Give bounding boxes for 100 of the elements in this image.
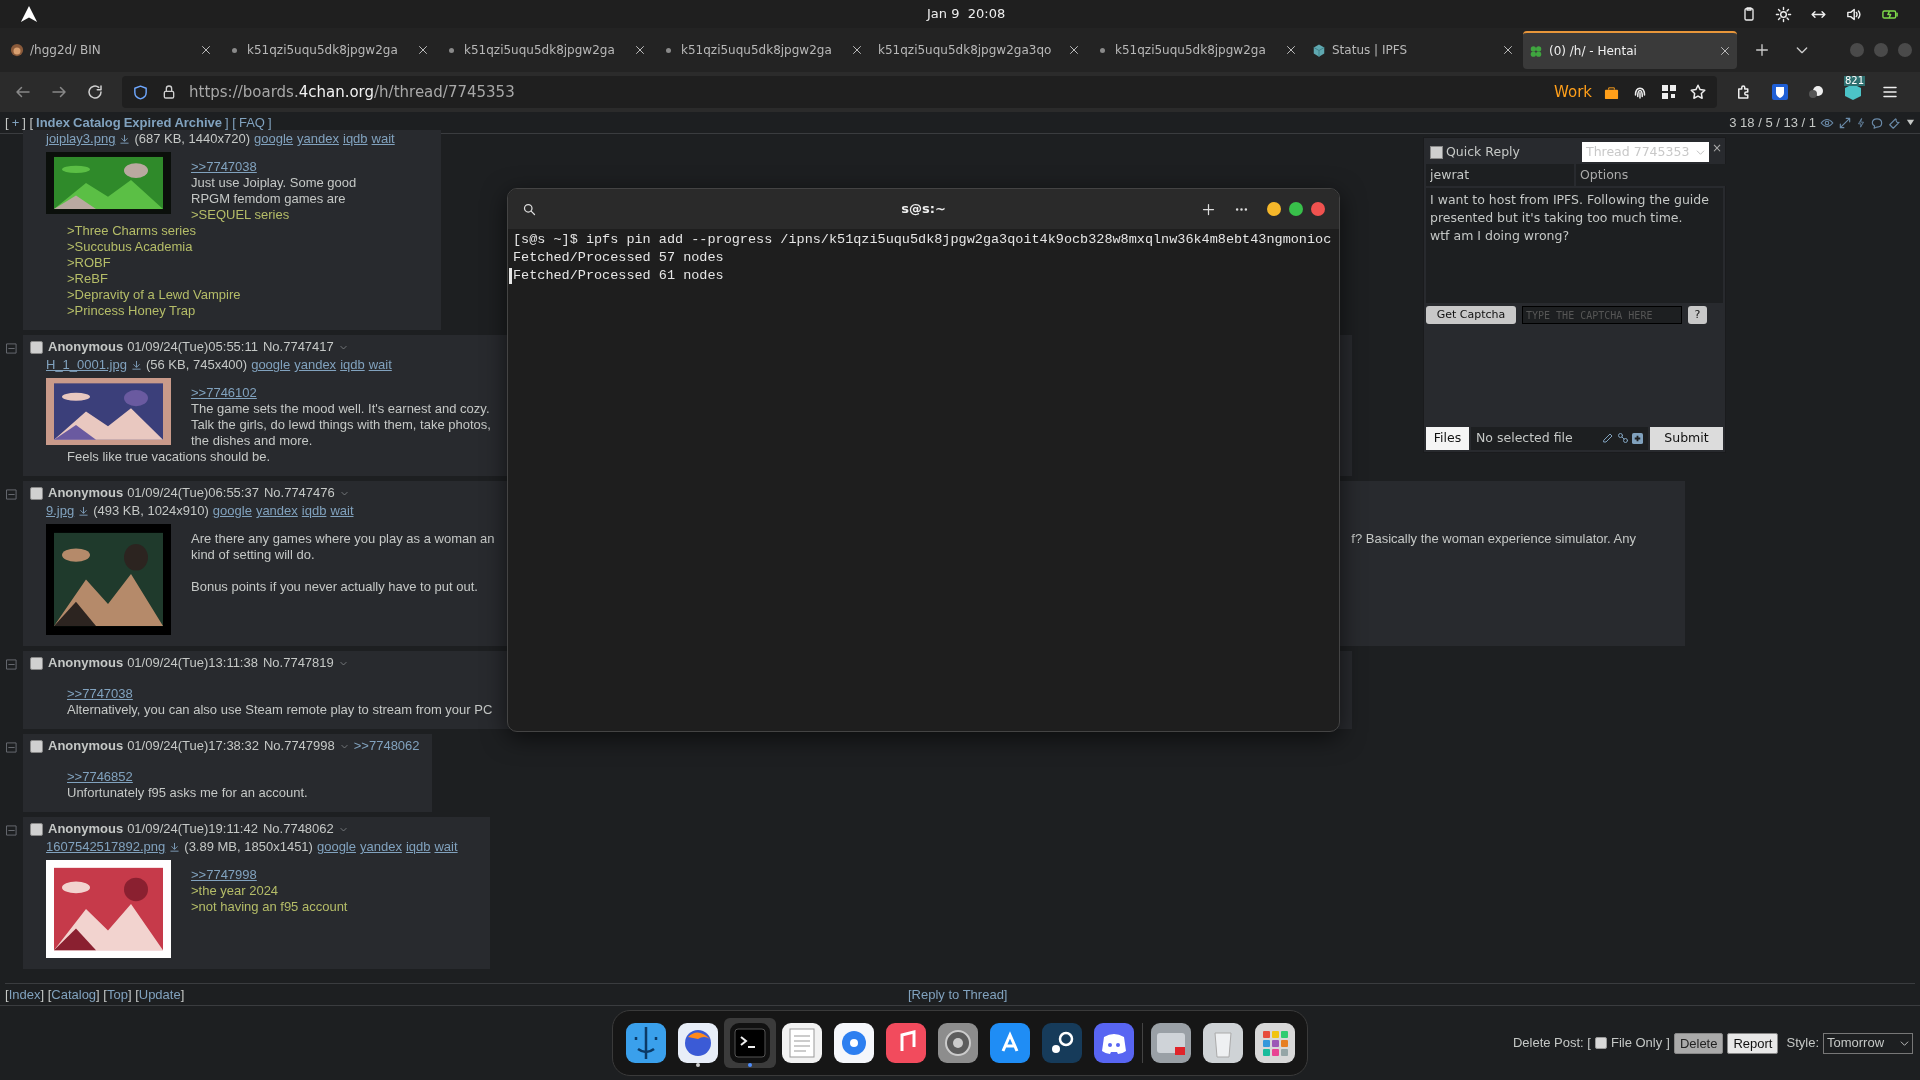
- plus-icon[interactable]: [1754, 42, 1770, 58]
- close-icon[interactable]: [634, 44, 646, 56]
- search-link[interactable]: iqdb: [340, 357, 365, 373]
- post-number[interactable]: No.7747998: [263, 738, 335, 754]
- browser-tab[interactable]: k51qzi5uqu5dk8jpgw2ga: [221, 31, 435, 69]
- link-icon[interactable]: [1617, 432, 1629, 444]
- style-select[interactable]: Tomorrow: [1823, 1032, 1913, 1054]
- post-checkbox[interactable]: [30, 486, 43, 500]
- plus-icon[interactable]: [1201, 201, 1216, 217]
- post-number[interactable]: No.7748062: [262, 821, 334, 837]
- browser-tab[interactable]: (0) /h/ - Hentai: [1523, 31, 1737, 69]
- clock[interactable]: Jan 9 20:08: [927, 4, 1006, 24]
- quote-link[interactable]: >>7746102: [191, 385, 257, 400]
- quick-reply-checkbox[interactable]: [1430, 145, 1443, 159]
- grid-icon[interactable]: [1661, 84, 1677, 100]
- minimize-button[interactable]: [1267, 202, 1281, 216]
- search-link[interactable]: iqdb: [405, 839, 431, 855]
- post-checkbox[interactable]: [30, 656, 43, 670]
- collapse-icon[interactable]: [6, 825, 17, 836]
- search-link[interactable]: yandex: [255, 503, 298, 519]
- browser-tab[interactable]: k51qzi5uqu5dk8jpgw2ga: [1089, 31, 1303, 69]
- lock-icon[interactable]: [161, 84, 177, 100]
- speech-bubble-icon[interactable]: [1870, 115, 1884, 130]
- close-icon[interactable]: [200, 44, 212, 56]
- close-icon[interactable]: [417, 44, 429, 56]
- download-icon[interactable]: [130, 359, 142, 371]
- spheres-icon[interactable]: [1807, 83, 1825, 101]
- search-link[interactable]: wait: [434, 839, 458, 855]
- reply-to-thread-link[interactable]: [Reply to Thread]: [908, 984, 1008, 1005]
- shield-icon[interactable]: [132, 83, 149, 101]
- nav-link[interactable]: FAQ: [238, 112, 265, 133]
- collapse-icon[interactable]: [6, 742, 17, 753]
- search-link[interactable]: google: [251, 357, 291, 373]
- search-link[interactable]: iqdb: [343, 131, 368, 147]
- search-link[interactable]: yandex: [360, 839, 402, 855]
- search-link[interactable]: wait: [330, 503, 354, 519]
- expand-icon[interactable]: [1838, 115, 1852, 130]
- search-link[interactable]: google: [254, 131, 294, 147]
- files-button[interactable]: Files: [1426, 426, 1469, 450]
- browser-tab[interactable]: k51qzi5uqu5dk8jpgw2ga: [655, 31, 869, 69]
- post-checkbox[interactable]: [30, 739, 43, 753]
- quote-link[interactable]: >>7747038: [191, 159, 257, 174]
- maximize-button[interactable]: [1289, 202, 1303, 216]
- backlink[interactable]: >>7748062: [353, 738, 420, 754]
- reload-icon[interactable]: [86, 83, 104, 101]
- close-icon[interactable]: [1068, 44, 1080, 56]
- post-checkbox[interactable]: [30, 340, 43, 354]
- file-link[interactable]: joiplay3.png: [46, 131, 116, 147]
- search-link[interactable]: yandex: [297, 131, 339, 147]
- lightning-icon[interactable]: [1856, 115, 1866, 130]
- post-number[interactable]: No.7747417: [262, 339, 334, 355]
- nav-link[interactable]: Index: [36, 112, 71, 133]
- container-label[interactable]: Work: [1554, 80, 1592, 104]
- browser-tab[interactable]: Status | IPFS: [1306, 31, 1520, 69]
- name-field[interactable]: jewrat: [1426, 164, 1574, 186]
- close-button[interactable]: ×: [1711, 139, 1722, 157]
- close-icon[interactable]: [1502, 44, 1514, 56]
- nav-link[interactable]: +: [11, 112, 20, 133]
- caret-icon[interactable]: [1906, 118, 1915, 127]
- close-button[interactable]: [1311, 202, 1325, 216]
- briefcase-icon[interactable]: [1604, 84, 1619, 100]
- nav-link[interactable]: ]: [267, 112, 272, 133]
- post-checkbox[interactable]: [30, 822, 43, 836]
- nav-link[interactable]: ] [: [225, 112, 236, 133]
- add-icon[interactable]: [1632, 432, 1643, 444]
- search-link[interactable]: iqdb: [301, 503, 327, 519]
- quote-link[interactable]: >>7747998: [191, 867, 257, 882]
- captcha-field[interactable]: TYPE THE CAPTCHA HERE: [1522, 306, 1682, 324]
- post-number[interactable]: No.7747819: [262, 655, 334, 671]
- brightness-icon[interactable]: [1775, 5, 1792, 23]
- search-link[interactable]: wait: [371, 131, 395, 147]
- close-icon[interactable]: [1719, 45, 1731, 57]
- clipboard-icon[interactable]: [1741, 6, 1757, 22]
- browser-tab[interactable]: /hgg2d/ BIN: [4, 31, 218, 69]
- collapse-icon[interactable]: [6, 343, 17, 354]
- close-icon[interactable]: [851, 44, 863, 56]
- report-button[interactable]: Report: [1727, 1032, 1779, 1054]
- download-icon[interactable]: [169, 841, 181, 853]
- nav-link[interactable]: Expired: [123, 112, 172, 133]
- nav-link[interactable]: Archive: [174, 112, 223, 133]
- download-icon[interactable]: [78, 505, 90, 517]
- logo-icon[interactable]: [20, 5, 38, 23]
- comment-field[interactable]: I want to host from IPFS. Following the guide presented but it's taking too much time. wtf am I doing wrong?: [1426, 188, 1723, 303]
- file-link[interactable]: 9.jpg: [46, 503, 75, 519]
- search-link[interactable]: google: [316, 839, 356, 855]
- file-link[interactable]: H_1_0001.jpg: [46, 357, 127, 373]
- post-number[interactable]: No.7747476: [263, 485, 335, 501]
- search-link[interactable]: yandex: [294, 357, 337, 373]
- submit-button[interactable]: Submit: [1650, 426, 1723, 450]
- shield-lock-icon[interactable]: [1771, 83, 1789, 101]
- star-icon[interactable]: [1689, 83, 1707, 101]
- collapse-icon[interactable]: [6, 489, 17, 500]
- close-icon[interactable]: [1285, 44, 1297, 56]
- search-icon[interactable]: [522, 201, 537, 217]
- browser-tab[interactable]: k51qzi5uqu5dk8jpgw2ga: [438, 31, 652, 69]
- file-only-checkbox[interactable]: [1594, 1037, 1607, 1049]
- get-captcha-button[interactable]: Get Captcha: [1426, 306, 1516, 324]
- file-link[interactable]: 1607542517892.png: [46, 839, 166, 855]
- search-link[interactable]: wait: [368, 357, 392, 373]
- quote-link[interactable]: >>7747038: [67, 686, 133, 701]
